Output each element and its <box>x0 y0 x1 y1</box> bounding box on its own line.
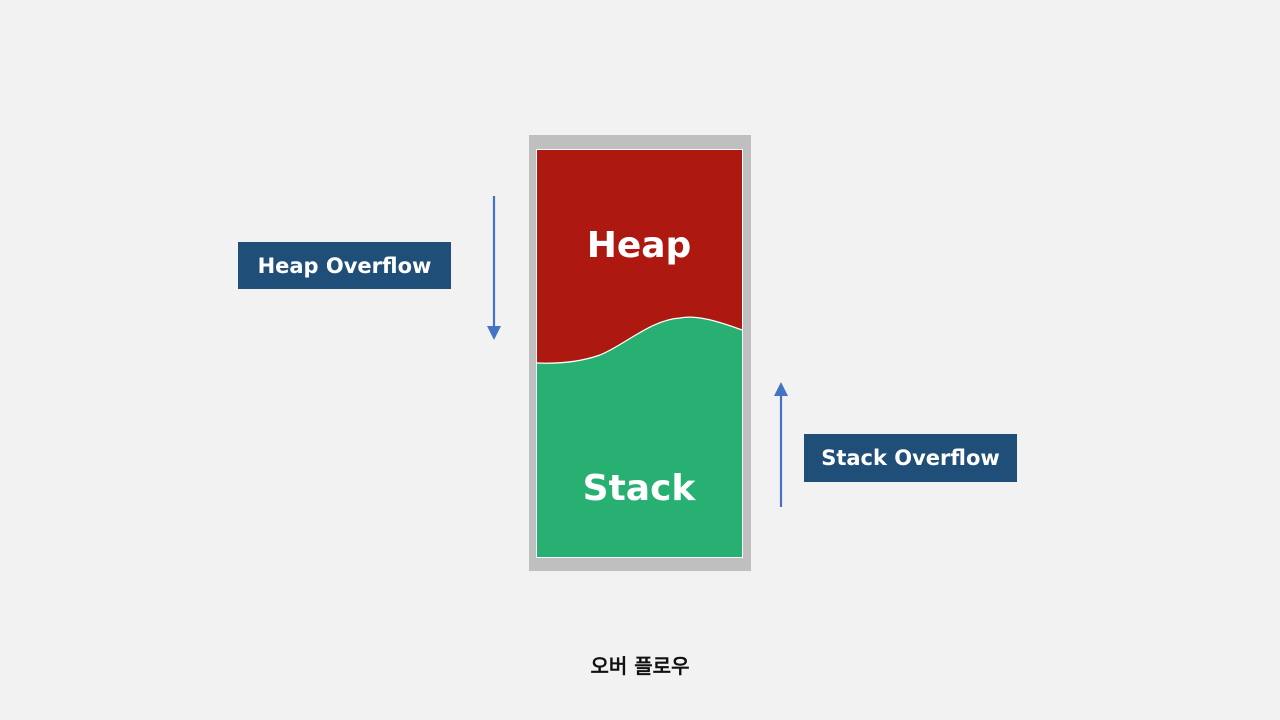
up-arrow-icon <box>774 382 788 507</box>
memory-diagram-svg: Heap Stack <box>238 135 1017 571</box>
diagram-caption: 오버 플로우 <box>590 654 690 678</box>
heap-label: Heap <box>587 225 692 266</box>
down-arrow-icon <box>487 196 501 340</box>
stack-overflow-label: Stack Overflow <box>821 446 1000 470</box>
heap-overflow-label: Heap Overflow <box>257 253 432 278</box>
memory-diagram: Heap Stack Heap Overflow Stack Overflow … <box>0 0 1280 720</box>
stack-label: Stack <box>583 468 697 509</box>
